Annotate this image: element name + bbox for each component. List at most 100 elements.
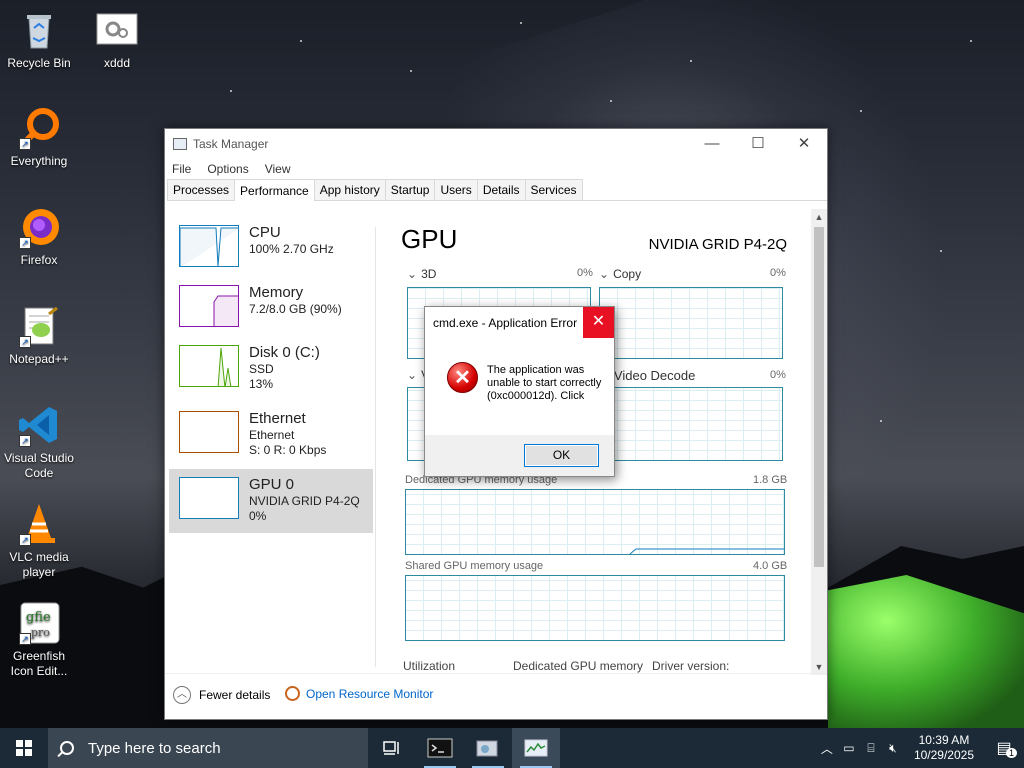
network-icon[interactable]: ⌸ — [860, 741, 882, 756]
dedicated-memory-max: 1.8 GB — [753, 474, 788, 486]
notepad-plus-plus-icon: ↗ — [17, 304, 61, 348]
sidebar-item-label: Disk 0 (C:) — [249, 344, 320, 361]
desktop-icon-xddd[interactable]: xddd — [78, 8, 156, 71]
ok-button[interactable]: OK — [524, 444, 599, 467]
start-button[interactable] — [0, 728, 48, 768]
sidebar-item-gpu[interactable]: GPU 0 NVIDIA GRID P4-2Q 0% — [169, 469, 373, 533]
maximize-button[interactable]: ☐ — [735, 129, 781, 159]
disk-thumbnail-graph — [179, 345, 239, 387]
tab-strip: Processes Performance App history Startu… — [167, 179, 827, 201]
notification-center-button[interactable]: ▤ 1 — [984, 738, 1024, 758]
command-prompt-icon — [427, 738, 453, 758]
menu-options[interactable]: Options — [207, 162, 248, 176]
engine-value-video-decode: 0% — [770, 369, 786, 381]
engine-value-copy: 0% — [770, 267, 786, 279]
desktop-icon-notepadpp[interactable]: ↗ Notepad++ — [0, 304, 78, 367]
tab-users[interactable]: Users — [434, 179, 478, 200]
taskbar-task-manager[interactable] — [512, 728, 560, 768]
tab-app-history[interactable]: App history — [313, 179, 386, 200]
desktop-icon-firefox[interactable]: ↗ Firefox — [0, 205, 78, 268]
resource-list: CPU 100% 2.70 GHz Memory 7.2/8.0 GB (90%… — [169, 217, 373, 677]
system-tray: ︿ ▭ ⌸ 🔇︎ 10:39 AM 10/29/2025 ▤ 1 — [816, 728, 1024, 768]
tab-services[interactable]: Services — [524, 179, 583, 200]
everything-search-icon: ↗ — [17, 106, 61, 150]
settings-file-icon — [95, 8, 139, 52]
desktop-icon-everything[interactable]: ↗ Everything — [0, 106, 78, 169]
sidebar-item-cpu[interactable]: CPU 100% 2.70 GHz — [169, 217, 373, 279]
tab-performance[interactable]: Performance — [234, 179, 315, 201]
dialog-body: ✕ The application was unable to start co… — [425, 338, 614, 435]
notification-count: 1 — [1006, 748, 1018, 758]
scrollbar-thumb[interactable] — [814, 227, 824, 567]
scroll-up-icon[interactable]: ▲ — [811, 209, 827, 225]
menu-bar: File Options View — [165, 159, 827, 179]
cpu-thumbnail-graph — [179, 225, 239, 267]
chevron-down-icon: ⌄ — [599, 267, 610, 281]
clock-time: 10:39 AM — [918, 733, 970, 747]
open-resource-monitor-link[interactable]: Open Resource Monitor — [285, 686, 433, 701]
windows-logo-icon — [16, 740, 32, 756]
svg-text:pro: pro — [31, 626, 50, 639]
graph-video-decode — [599, 387, 783, 461]
desktop-icon-greenfish[interactable]: gfie pro ↗ Greenfish Icon Edit... — [0, 601, 78, 679]
taskbar: Type here to search ︿ ▭ ⌸ 🔇︎ 10:39 AM 10… — [0, 728, 1024, 768]
sidebar-item-label: Ethernet — [249, 410, 306, 427]
svg-text:gfie: gfie — [26, 610, 51, 625]
pane-divider — [375, 227, 376, 667]
engine-value-3d: 0% — [577, 267, 593, 279]
task-view-icon — [383, 741, 399, 755]
clock[interactable]: 10:39 AM 10/29/2025 — [914, 733, 974, 763]
taskbar-app[interactable] — [464, 728, 512, 768]
taskbar-search-box[interactable]: Type here to search — [48, 728, 368, 768]
chevron-up-icon[interactable]: ︿ — [816, 740, 838, 757]
vlc-icon: ↗ — [17, 502, 61, 546]
task-view-button[interactable] — [368, 728, 416, 768]
vscode-icon: ↗ — [17, 403, 61, 447]
volume-muted-icon[interactable]: 🔇︎ — [882, 741, 904, 756]
task-manager-icon — [173, 138, 187, 150]
driver-version-label: Driver version: — [652, 659, 730, 673]
chevron-down-icon: ⌄ — [407, 368, 418, 382]
battery-icon[interactable]: ▭ — [838, 741, 860, 755]
engine-selector-3d[interactable]: ⌄ 3D — [407, 267, 436, 281]
firefox-icon: ↗ — [17, 205, 61, 249]
shared-memory-max: 4.0 GB — [753, 560, 788, 572]
gpu-thumbnail-graph — [179, 477, 239, 519]
footer-bar: ︿ Fewer details Open Resource Monitor — [165, 673, 827, 719]
sidebar-item-label: GPU 0 — [249, 476, 295, 493]
sidebar-item-ethernet[interactable]: Ethernet Ethernet S: 0 R: 0 Kbps — [169, 403, 373, 465]
tab-details[interactable]: Details — [476, 179, 526, 200]
error-dialog[interactable]: cmd.exe - Application Error ✕ ✕ The appl… — [424, 306, 615, 477]
graph-dedicated-memory — [405, 489, 785, 555]
dialog-close-button[interactable]: ✕ — [583, 307, 614, 338]
desktop-icon-recycle-bin[interactable]: Recycle Bin — [0, 8, 78, 71]
ethernet-thumbnail-graph — [179, 411, 239, 453]
fewer-details-button[interactable]: ︿ Fewer details — [173, 686, 270, 704]
tab-startup[interactable]: Startup — [384, 179, 436, 200]
shared-memory-label: Shared GPU memory usage — [405, 560, 544, 572]
sidebar-item-memory[interactable]: Memory 7.2/8.0 GB (90%) — [169, 277, 373, 339]
graph-shared-memory — [405, 575, 785, 641]
close-button[interactable]: ✕ — [781, 129, 827, 159]
tab-processes[interactable]: Processes — [167, 179, 236, 200]
menu-file[interactable]: File — [172, 162, 191, 176]
dialog-title: cmd.exe - Application Error — [433, 315, 578, 330]
sidebar-item-label: CPU — [249, 224, 281, 241]
sidebar-item-label: Memory — [249, 284, 304, 301]
window-title: Task Manager — [193, 137, 269, 151]
dedicated-gpu-memory-label: Dedicated GPU memory — [513, 659, 644, 673]
recycle-bin-icon — [17, 8, 61, 52]
memory-thumbnail-graph — [179, 285, 239, 327]
desktop-icon-vlc[interactable]: ↗ VLC media player — [0, 502, 78, 580]
sidebar-item-disk[interactable]: Disk 0 (C:) SSD 13% — [169, 337, 373, 399]
engine-selector-copy[interactable]: ⌄ Copy — [599, 267, 641, 281]
menu-view[interactable]: View — [265, 162, 291, 176]
vertical-scrollbar[interactable]: ▲ ▼ — [811, 209, 827, 675]
title-bar[interactable]: Task Manager — ☐ ✕ — [165, 129, 827, 159]
taskbar-cmd[interactable] — [416, 728, 464, 768]
utilization-label: Utilization — [403, 659, 456, 673]
minimize-button[interactable]: — — [689, 129, 735, 159]
app-window-icon — [476, 740, 498, 757]
error-icon: ✕ — [447, 362, 478, 393]
desktop-icon-vscode[interactable]: ↗ Visual Studio Code — [0, 403, 78, 481]
